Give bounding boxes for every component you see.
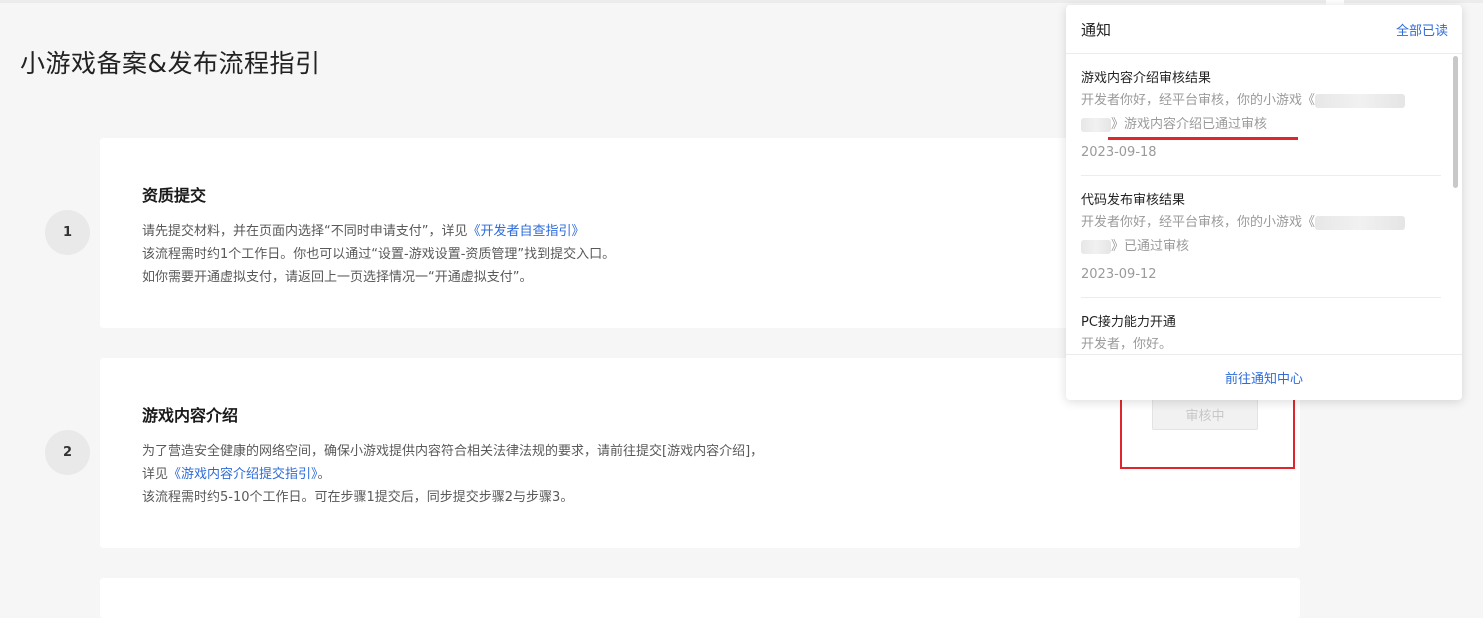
mark-all-read-link[interactable]: 全部已读 <box>1396 20 1448 39</box>
step-description: 请先提交材料，并在页面内选择“不同时申请支付”，详见《开发者自查指引》 该流程需… <box>142 224 616 285</box>
redacted-game-name <box>1081 117 1111 132</box>
game-content-guide-link[interactable]: 《游戏内容介绍提交指引》 <box>168 467 318 482</box>
step-description: 为了营造安全健康的网络空间，确保小游戏提供内容符合相关法律法规的要求，请前往提交… <box>142 444 764 505</box>
notification-title: 通知 <box>1081 21 1112 39</box>
step-number-1: 1 <box>45 210 90 255</box>
notification-item[interactable]: 游戏内容介绍审核结果 开发者你好，经平台审核，你的小游戏《 》游戏内容介绍已通过… <box>1081 67 1441 160</box>
highlight-underline <box>1108 137 1298 140</box>
notification-center-link[interactable]: 前往通知中心 <box>1066 368 1462 387</box>
divider <box>1081 175 1441 176</box>
step-number-2: 2 <box>45 430 90 475</box>
step-card-3 <box>100 578 1300 618</box>
top-divider <box>0 0 1483 3</box>
notification-list: 游戏内容介绍审核结果 开发者你好，经平台审核，你的小游戏《 》游戏内容介绍已通过… <box>1066 54 1462 354</box>
redacted-game-name <box>1081 239 1111 254</box>
notification-header: 通知 全部已读 <box>1066 5 1462 54</box>
page-title: 小游戏备案&发布流程指引 <box>20 49 321 78</box>
step-title: 资质提交 <box>142 186 207 205</box>
developer-self-check-guide-link[interactable]: 《开发者自查指引》 <box>467 224 584 239</box>
notification-panel: 通知 全部已读 游戏内容介绍审核结果 开发者你好，经平台审核，你的小游戏《 》游… <box>1066 5 1462 400</box>
redacted-game-name <box>1315 93 1406 108</box>
notification-footer: 前往通知中心 <box>1066 354 1462 401</box>
redacted-game-name <box>1315 215 1406 230</box>
notification-scrollbar[interactable] <box>1453 56 1458 188</box>
notification-item[interactable]: 代码发布审核结果 开发者你好，经平台审核，你的小游戏《 》已通过审核 2023-… <box>1081 189 1441 282</box>
step-title: 游戏内容介绍 <box>142 406 239 425</box>
notification-item[interactable]: PC接力能力开通 开发者，你好。 <box>1081 311 1441 354</box>
divider <box>1081 297 1441 298</box>
